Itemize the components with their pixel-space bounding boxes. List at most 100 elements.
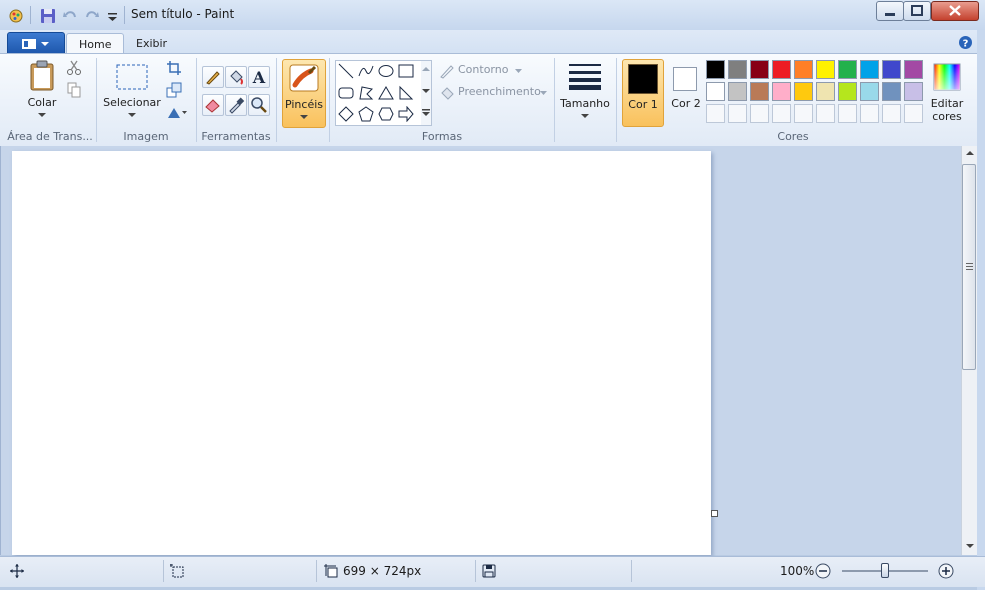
hexagon-shape-icon[interactable] bbox=[378, 106, 394, 122]
canvas-resize-handle[interactable] bbox=[711, 510, 718, 517]
brushes-button[interactable]: Pincéis bbox=[282, 59, 326, 128]
chevron-down-icon bbox=[128, 113, 136, 117]
custom-color-slot[interactable] bbox=[882, 104, 901, 123]
scroll-down-arrow-icon[interactable] bbox=[966, 544, 974, 549]
paint-app-icon[interactable] bbox=[8, 8, 24, 24]
clipboard-group: Colar Área de Trans... bbox=[6, 54, 94, 146]
palette-swatch[interactable] bbox=[772, 82, 791, 101]
size-button[interactable]: Tamanho bbox=[557, 58, 613, 124]
right-arrow-shape-icon[interactable] bbox=[398, 106, 414, 122]
palette-swatch[interactable] bbox=[860, 82, 879, 101]
palette-swatch[interactable] bbox=[838, 60, 857, 79]
palette-swatch[interactable] bbox=[706, 82, 725, 101]
pencil-icon bbox=[206, 71, 220, 85]
color-picker-tool[interactable] bbox=[225, 94, 247, 116]
brush-icon bbox=[289, 64, 319, 92]
fill-tool[interactable] bbox=[225, 66, 247, 88]
shapes-gallery-scroll[interactable] bbox=[421, 60, 432, 126]
minimize-icon bbox=[885, 13, 895, 16]
polygon-shape-icon[interactable] bbox=[358, 85, 374, 101]
color1-button[interactable]: Cor 1 bbox=[622, 59, 664, 127]
palette-swatch[interactable] bbox=[706, 60, 725, 79]
palette-swatch[interactable] bbox=[882, 82, 901, 101]
custom-color-slot[interactable] bbox=[904, 104, 923, 123]
outline-label: Contorno bbox=[458, 63, 509, 76]
resize-icon[interactable] bbox=[166, 82, 182, 98]
edit-colors-button[interactable]: Editar cores bbox=[928, 59, 966, 125]
rounded-rectangle-shape-icon[interactable] bbox=[338, 85, 354, 101]
copy-icon[interactable] bbox=[66, 82, 82, 98]
pentagon-shape-icon[interactable] bbox=[358, 106, 374, 122]
pencil-tool[interactable] bbox=[202, 66, 224, 88]
chevron-down-icon bbox=[422, 89, 430, 93]
custom-color-slot[interactable] bbox=[860, 104, 879, 123]
rotate-icon[interactable] bbox=[166, 104, 188, 120]
palette-swatch[interactable] bbox=[794, 82, 813, 101]
palette-swatch[interactable] bbox=[882, 60, 901, 79]
right-triangle-shape-icon[interactable] bbox=[398, 85, 414, 101]
palette-swatch[interactable] bbox=[904, 82, 923, 101]
custom-color-slot[interactable] bbox=[750, 104, 769, 123]
selection-size-icon bbox=[170, 564, 184, 578]
drawing-canvas[interactable] bbox=[12, 151, 711, 555]
outline-dropdown[interactable]: Contorno bbox=[437, 62, 547, 80]
custom-color-slot[interactable] bbox=[794, 104, 813, 123]
redo-icon[interactable] bbox=[84, 8, 100, 24]
triangle-shape-icon[interactable] bbox=[378, 85, 394, 101]
fill-dropdown[interactable]: Preenchimento bbox=[437, 84, 549, 102]
select-rectangle-icon bbox=[116, 64, 148, 90]
palette-swatch[interactable] bbox=[904, 60, 923, 79]
window-title: Sem título - Paint bbox=[131, 7, 235, 21]
palette-swatch[interactable] bbox=[728, 82, 747, 101]
crop-icon[interactable] bbox=[166, 60, 182, 76]
tab-home[interactable]: Home bbox=[66, 33, 125, 55]
status-divider bbox=[475, 560, 476, 582]
palette-swatch[interactable] bbox=[816, 82, 835, 101]
save-icon[interactable] bbox=[40, 8, 56, 24]
color2-button[interactable]: Cor 2 bbox=[666, 59, 706, 125]
zoom-slider-thumb[interactable] bbox=[881, 563, 889, 578]
text-tool[interactable]: A bbox=[248, 66, 270, 88]
paste-button[interactable]: Colar bbox=[21, 58, 63, 124]
curve-shape-icon[interactable] bbox=[358, 63, 374, 79]
tab-view[interactable]: Exibir bbox=[124, 33, 179, 54]
custom-color-slot[interactable] bbox=[772, 104, 791, 123]
status-bar: 699 × 724px 100% bbox=[0, 556, 985, 587]
paint-bucket-icon bbox=[230, 70, 243, 85]
zoom-out-icon[interactable] bbox=[815, 563, 831, 579]
magnifier-tool[interactable] bbox=[248, 94, 270, 116]
fill-bucket-icon bbox=[441, 87, 454, 100]
close-button[interactable] bbox=[931, 1, 979, 21]
custom-color-slot[interactable] bbox=[838, 104, 857, 123]
minimize-button[interactable] bbox=[876, 1, 904, 21]
color1-label: Cor 1 bbox=[628, 98, 658, 111]
oval-shape-icon[interactable] bbox=[378, 63, 394, 79]
palette-swatch[interactable] bbox=[860, 60, 879, 79]
palette-swatch[interactable] bbox=[838, 82, 857, 101]
cut-icon[interactable] bbox=[66, 60, 82, 76]
undo-icon[interactable] bbox=[62, 8, 78, 24]
palette-swatch[interactable] bbox=[750, 82, 769, 101]
line-shape-icon[interactable] bbox=[338, 63, 354, 79]
eraser-tool[interactable] bbox=[202, 94, 224, 116]
palette-swatch[interactable] bbox=[816, 60, 835, 79]
customize-dropdown-icon[interactable] bbox=[105, 8, 121, 24]
zoom-in-icon[interactable] bbox=[938, 563, 954, 579]
select-button[interactable]: Selecionar bbox=[102, 58, 162, 124]
palette-swatch[interactable] bbox=[794, 60, 813, 79]
scrollbar-thumb[interactable] bbox=[962, 164, 976, 370]
rectangle-shape-icon[interactable] bbox=[398, 63, 414, 79]
custom-color-slot[interactable] bbox=[728, 104, 747, 123]
palette-swatch[interactable] bbox=[750, 60, 769, 79]
colors-group: Cor 1 Cor 2 Editar cores Cores bbox=[618, 54, 968, 146]
custom-color-slot[interactable] bbox=[706, 104, 725, 123]
custom-color-slot[interactable] bbox=[816, 104, 835, 123]
paint-menu-button[interactable] bbox=[7, 32, 65, 55]
maximize-button[interactable] bbox=[903, 1, 931, 21]
palette-swatch[interactable] bbox=[772, 60, 791, 79]
help-icon[interactable]: ? bbox=[958, 35, 973, 50]
diamond-shape-icon[interactable] bbox=[338, 106, 354, 122]
scroll-up-arrow-icon[interactable] bbox=[966, 151, 974, 156]
grip-icon bbox=[966, 263, 973, 270]
palette-swatch[interactable] bbox=[728, 60, 747, 79]
